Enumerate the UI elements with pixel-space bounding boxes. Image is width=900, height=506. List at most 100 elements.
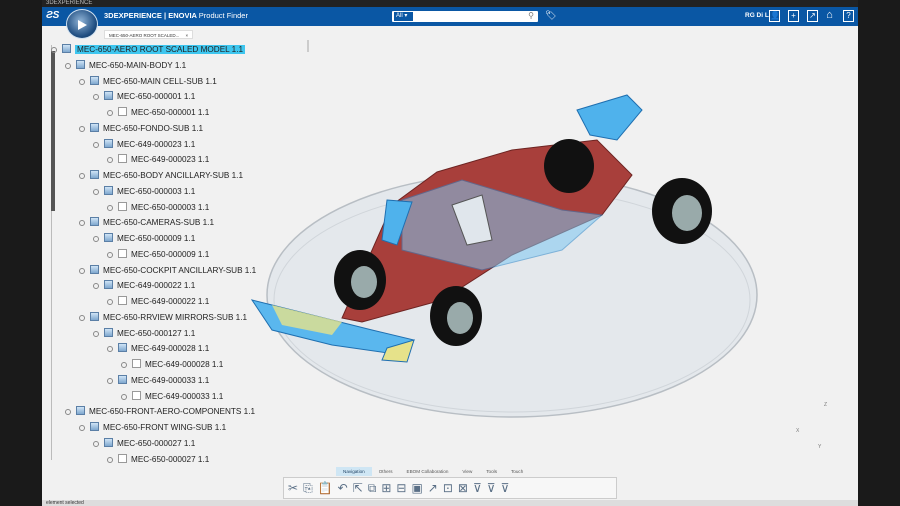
tree-node-label: MEC-649-000033 1.1 xyxy=(131,375,210,385)
search-icon[interactable]: ⚲ xyxy=(528,11,534,20)
tree-node[interactable]: MEC-650-000003 1.1 xyxy=(107,201,209,214)
action-tab[interactable]: Navigation xyxy=(336,467,372,476)
expand-toggle[interactable] xyxy=(93,188,99,195)
tree-node[interactable]: MEC-649-000033 1.1 xyxy=(107,374,210,387)
expand-toggle[interactable] xyxy=(107,157,113,164)
expand-toggle[interactable] xyxy=(79,173,85,179)
expand-toggle[interactable] xyxy=(79,425,85,431)
tree-node[interactable]: MEC-650-BODY ANCILLARY-SUB 1.1 xyxy=(79,169,243,182)
expand-toggle[interactable] xyxy=(65,62,71,69)
paste-icon[interactable]: 📋 xyxy=(318,481,338,495)
copy-icon[interactable]: ⎘ xyxy=(303,481,318,495)
search-box[interactable]: All ▾ ⚲ xyxy=(392,11,538,22)
search-scope-dropdown[interactable]: All ▾ xyxy=(394,12,413,21)
tree-node[interactable]: MEC-650-FONDO-SUB 1.1 xyxy=(79,122,203,135)
action-tab[interactable]: EBOM Collaboration xyxy=(400,467,456,476)
tree-node[interactable]: MEC-649-000028 1.1 xyxy=(107,342,209,355)
wheel-rear-left xyxy=(544,139,594,193)
expand-toggle[interactable] xyxy=(107,110,113,116)
document-tab[interactable]: MEC-650-AERO ROOT SCALED... × xyxy=(104,30,194,39)
tab-close-icon[interactable]: × xyxy=(185,33,188,38)
expand-toggle[interactable] xyxy=(65,409,71,416)
undo-icon[interactable]: ↶ xyxy=(338,481,353,495)
action-tab[interactable]: View xyxy=(455,467,479,476)
expand-toggle[interactable] xyxy=(107,204,113,211)
tree-node[interactable]: MEC-649-000033 1.1 xyxy=(121,390,223,403)
assembly-icon xyxy=(104,233,113,242)
tree-node[interactable]: MEC-649-000022 1.1 xyxy=(93,279,195,292)
axis-indicator[interactable]: Z X Y xyxy=(794,402,834,452)
assembly-icon xyxy=(104,185,113,195)
add-icon[interactable]: + xyxy=(788,10,799,22)
tree-node[interactable]: MEC-650-FRONT-AERO-COMPONENTS 1.1 xyxy=(65,405,255,418)
tree-node[interactable]: MEC-650-000003 1.1 xyxy=(93,185,195,198)
share-icon[interactable]: ↗ xyxy=(807,10,818,22)
expand-toggle[interactable] xyxy=(121,393,127,400)
expand-toggle[interactable] xyxy=(121,362,127,368)
expand-toggle[interactable] xyxy=(51,47,57,53)
tree-node[interactable]: MEC-649-000022 1.1 xyxy=(107,295,209,308)
tree-node[interactable]: MEC-650-000001 1.1 xyxy=(107,106,209,119)
filter2-icon[interactable]: ⊽ xyxy=(487,481,501,495)
home-icon[interactable]: ⌂ xyxy=(824,10,835,22)
expand-toggle[interactable] xyxy=(93,141,99,148)
expand-toggle[interactable] xyxy=(79,220,85,227)
action-tab[interactable]: Touch xyxy=(504,467,530,476)
expand-toggle[interactable] xyxy=(79,78,85,85)
tag-icon[interactable]: 🏷 xyxy=(545,10,556,21)
assembly-icon xyxy=(104,138,113,148)
expand-toggle[interactable] xyxy=(107,299,113,305)
expand-toggle[interactable] xyxy=(107,251,113,258)
expand-toggle[interactable] xyxy=(93,236,99,242)
tree-node[interactable]: MEC-650-000027 1.1 xyxy=(93,437,195,450)
profile-icon[interactable]: 👤 xyxy=(769,10,780,22)
tree-node-label: MEC-650-MAIN CELL-SUB 1.1 xyxy=(103,76,217,86)
properties-icon[interactable]: ⊟ xyxy=(396,481,411,495)
tree-node[interactable]: MEC-650-000001 1.1 xyxy=(93,90,195,103)
select-icon[interactable]: ⇱ xyxy=(353,481,368,495)
open-icon[interactable]: ↗ xyxy=(428,481,443,495)
expand-toggle[interactable] xyxy=(93,283,99,290)
action-tab[interactable]: Tools xyxy=(479,467,504,476)
tree-node[interactable]: MEC-650-000009 1.1 xyxy=(93,232,195,245)
help-icon[interactable]: ? xyxy=(843,10,854,22)
tree-node[interactable]: MEC-650-RRVIEW MIRRORS-SUB 1.1 xyxy=(79,311,247,324)
expand-toggle[interactable] xyxy=(107,346,113,353)
user-name[interactable]: RG Di L xyxy=(745,12,769,19)
cut-icon[interactable]: ✂ xyxy=(288,481,303,495)
expand-toggle[interactable] xyxy=(93,94,99,101)
expand-toggle[interactable] xyxy=(93,440,99,447)
tree-node-label: MEC-650-000009 1.1 xyxy=(131,249,210,259)
tree-node-label: MEC-649-000023 1.1 xyxy=(117,139,196,149)
assembly-icon xyxy=(104,280,113,290)
expand-toggle[interactable] xyxy=(107,377,113,384)
tree-node[interactable]: MEC-649-000028 1.1 xyxy=(121,358,223,371)
insert-icon[interactable]: ⊡ xyxy=(443,481,458,495)
tree-node[interactable]: MEC-650-000009 1.1 xyxy=(107,248,210,261)
expand-toggle[interactable] xyxy=(107,456,113,463)
tree-node[interactable]: MEC-650-000027 1.1 xyxy=(107,453,209,466)
explore-icon[interactable]: ⊞ xyxy=(381,481,396,495)
tree-node[interactable]: MEC-649-000023 1.1 xyxy=(93,138,196,151)
tree-node[interactable]: MEC-650-AERO ROOT SCALED MODEL 1.1 xyxy=(51,43,246,56)
tree-node[interactable]: MEC-650-CAMERAS-SUB 1.1 xyxy=(79,216,214,229)
expand-toggle[interactable] xyxy=(93,330,99,337)
tree-icon[interactable]: ⧉ xyxy=(368,481,382,495)
compass-widget[interactable] xyxy=(66,9,98,39)
filter3-icon[interactable]: ⊽ xyxy=(501,481,515,495)
3d-icon[interactable]: ▣ xyxy=(411,481,427,495)
tree-node-label: MEC-649-000023 1.1 xyxy=(131,155,210,165)
tree-node[interactable]: MEC-649-000023 1.1 xyxy=(107,153,210,166)
action-tab[interactable]: Others xyxy=(372,467,400,476)
tree-node[interactable]: MEC-650-MAIN CELL-SUB 1.1 xyxy=(79,75,217,88)
tree-node[interactable]: MEC-650-FRONT WING-SUB 1.1 xyxy=(79,421,226,434)
expand-toggle[interactable] xyxy=(79,314,85,321)
replace-icon[interactable]: ⊠ xyxy=(458,481,473,495)
race-car-model xyxy=(250,94,712,363)
expand-toggle[interactable] xyxy=(79,125,85,132)
filter-icon[interactable]: ⊽ xyxy=(473,481,487,495)
expand-toggle[interactable] xyxy=(79,267,85,274)
tree-node[interactable]: MEC-650-000127 1.1 xyxy=(93,327,195,340)
tree-node[interactable]: MEC-650-COCKPIT ANCILLARY-SUB 1.1 xyxy=(79,264,256,277)
tree-node[interactable]: MEC-650-MAIN-BODY 1.1 xyxy=(65,59,186,72)
